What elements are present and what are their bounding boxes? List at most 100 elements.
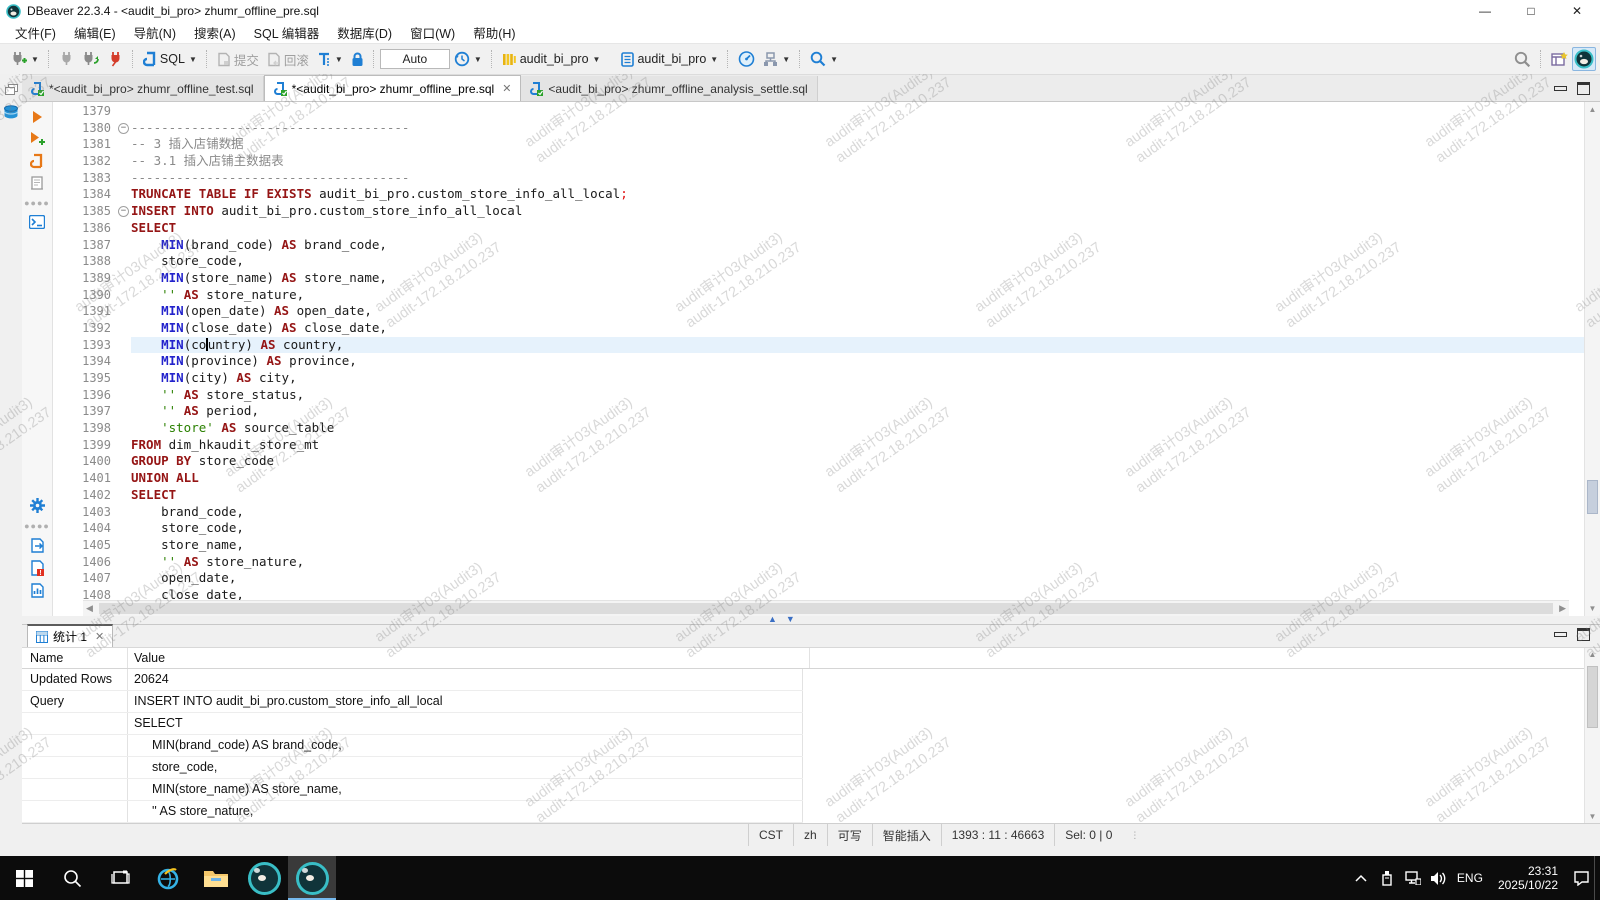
menu-item-6[interactable]: 数据库(D) (328, 21, 401, 44)
menu-item-4[interactable]: 搜索(A) (185, 21, 245, 44)
table-row-7[interactable]: '' AS store_nature, (22, 801, 803, 823)
file-validation-button[interactable]: ! (30, 560, 45, 576)
code-line-1406[interactable]: 1406 '' AS store_nature, (53, 554, 1584, 571)
code-line-1388[interactable]: 1388 store_code, (53, 253, 1584, 270)
code-line-1407[interactable]: 1407 open_date, (53, 570, 1584, 587)
code-line-1402[interactable]: 1402SELECT (53, 487, 1584, 504)
code-line-1380[interactable]: 1380−-----------------------------------… (53, 120, 1584, 137)
commit-mode-combo[interactable]: Auto (380, 49, 450, 69)
toolbar-search-button[interactable]: ▼ (807, 48, 841, 70)
maximize-panel-icon[interactable] (1577, 628, 1590, 641)
code-line-1396[interactable]: 1396 '' AS store_status, (53, 387, 1584, 404)
editor-tab-3[interactable]: <audit_bi_pro> zhumr_offline_analysis_se… (521, 76, 817, 101)
sash-controls[interactable]: ▲▼ (768, 614, 795, 624)
execute-statement-new-tab-button[interactable] (29, 131, 45, 146)
scroll-down-icon[interactable]: ▼ (1585, 604, 1600, 613)
code-line-1404[interactable]: 1404 store_code, (53, 520, 1584, 537)
table-row-3[interactable]: SELECT (22, 713, 803, 735)
scroll-up-icon[interactable]: ▲ (1585, 105, 1600, 114)
volume-icon[interactable] (1426, 871, 1452, 886)
code-line-1401[interactable]: 1401UNION ALL (53, 470, 1584, 487)
scroll-left-icon[interactable]: ◀ (86, 603, 93, 614)
dashboard-button[interactable] (735, 48, 758, 70)
close-icon[interactable]: ✕ (95, 630, 104, 643)
code-line-1397[interactable]: 1397 '' AS period, (53, 403, 1584, 420)
dbeaver-perspective-button[interactable] (1572, 47, 1596, 71)
rollback-button[interactable]: 回滚 (264, 47, 312, 72)
sash-up-icon[interactable]: ▲ (768, 614, 777, 624)
panel-vertical-scrollbar[interactable]: ▲ ▼ (1584, 648, 1600, 823)
maximize-editor-icon[interactable] (1577, 82, 1590, 95)
window-maximize-button[interactable]: □ (1508, 0, 1554, 22)
table-row-2[interactable]: QueryINSERT INTO audit_bi_pro.custom_sto… (22, 691, 803, 713)
menu-item-5[interactable]: SQL 编辑器 (245, 21, 329, 44)
connect-button[interactable] (56, 48, 77, 70)
connection-selector[interactable]: audit_bi_pro ▼ (499, 49, 604, 70)
code-line-1382[interactable]: 1382-- 3.1 插入店铺主数据表 (53, 153, 1584, 170)
code-line-1391[interactable]: 1391 MIN(open_date) AS open_date, (53, 303, 1584, 320)
tasks-button[interactable]: ▼ (760, 49, 793, 70)
sash-down-icon[interactable]: ▼ (786, 614, 795, 624)
commit-button[interactable]: 提交 (214, 47, 262, 72)
code-line-1387[interactable]: 1387 MIN(brand_code) AS brand_code, (53, 237, 1584, 254)
column-header-value[interactable]: Value (128, 648, 810, 668)
minimize-panel-icon[interactable] (1554, 632, 1567, 637)
transaction-mode-button[interactable]: ▼ (314, 48, 346, 70)
statistics-tab[interactable]: 统计 1 ✕ (27, 624, 113, 647)
file-statistics-button[interactable] (30, 583, 45, 598)
network-icon[interactable] (1400, 871, 1426, 885)
query-history-button[interactable]: ▼ (451, 48, 485, 70)
language-indicator[interactable]: ENG (1452, 871, 1488, 885)
scroll-down-icon[interactable]: ▼ (1585, 812, 1600, 821)
vertical-scroll-thumb[interactable] (1587, 480, 1598, 514)
fold-marker[interactable]: − (117, 203, 131, 220)
code-line-1389[interactable]: 1389 MIN(store_name) AS store_name, (53, 270, 1584, 287)
internet-explorer-button[interactable] (144, 856, 192, 900)
menu-item-7[interactable]: 窗口(W) (401, 21, 464, 44)
sql-console-button[interactable] (29, 215, 45, 229)
quick-access-search-button[interactable] (1511, 48, 1534, 71)
menu-item-2[interactable]: 编辑(E) (65, 21, 125, 44)
show-desktop-strip[interactable] (1594, 856, 1600, 900)
code-line-1398[interactable]: 1398 'store' AS source_table (53, 420, 1584, 437)
file-explorer-button[interactable] (192, 856, 240, 900)
editor-tab-2[interactable]: *<audit_bi_pro> zhumr_offline_pre.sql✕ (264, 75, 522, 101)
table-row-1[interactable]: Updated Rows20624 (22, 669, 803, 691)
usb-device-icon[interactable] (1374, 870, 1400, 886)
code-line-1393[interactable]: 1393 MIN(country) AS country, (53, 337, 1584, 354)
code-line-1403[interactable]: 1403 brand_code, (53, 504, 1584, 521)
reconnect-button[interactable] (79, 48, 102, 70)
code-line-1381[interactable]: 1381-- 3 插入店铺数据 (53, 136, 1584, 153)
table-row-5[interactable]: store_code, (22, 757, 803, 779)
action-center-icon[interactable] (1568, 870, 1594, 886)
code-line-1400[interactable]: 1400GROUP BY store_code (53, 453, 1584, 470)
sql-editor-button[interactable]: SQL ▼ (140, 48, 200, 70)
code-line-1384[interactable]: 1384TRUNCATE TABLE IF EXISTS audit_bi_pr… (53, 186, 1584, 203)
code-line-1399[interactable]: 1399FROM dim_hkaudit_store_mt (53, 437, 1584, 454)
menu-item-3[interactable]: 导航(N) (125, 21, 185, 44)
horizontal-scroll-thumb[interactable] (99, 603, 1553, 614)
restore-panel-icon[interactable] (5, 84, 18, 95)
code-line-1379[interactable]: 1379 (53, 103, 1584, 120)
column-header-name[interactable]: Name (22, 648, 128, 668)
editor-panel-splitter[interactable]: ▲▼ (22, 616, 1600, 624)
dbeaver-taskbar-button[interactable] (240, 856, 288, 900)
execute-script-button[interactable] (30, 153, 44, 169)
menu-item-1[interactable]: 文件(F) (6, 21, 65, 44)
schema-selector[interactable]: audit_bi_pro ▼ (618, 49, 721, 70)
table-row-6[interactable]: MIN(store_name) AS store_name, (22, 779, 803, 801)
window-close-button[interactable]: ✕ (1554, 0, 1600, 22)
code-line-1390[interactable]: 1390 '' AS store_nature, (53, 287, 1584, 304)
table-row-4[interactable]: MIN(brand_code) AS brand_code, (22, 735, 803, 757)
fold-marker[interactable]: − (117, 120, 131, 137)
close-icon[interactable]: ✕ (502, 82, 511, 95)
new-connection-button[interactable]: ▼ (7, 48, 42, 70)
open-perspective-button[interactable] (1548, 48, 1571, 70)
scroll-up-icon[interactable]: ▲ (1585, 650, 1600, 659)
taskbar-clock[interactable]: 23:31 2025/10/22 (1488, 864, 1568, 892)
code-line-1383[interactable]: 1383------------------------------------… (53, 170, 1584, 187)
window-minimize-button[interactable]: — (1462, 0, 1508, 22)
dbeaver-taskbar-button-active[interactable] (288, 856, 336, 900)
export-result-button[interactable] (30, 538, 45, 553)
editor-settings-button[interactable] (29, 497, 46, 514)
